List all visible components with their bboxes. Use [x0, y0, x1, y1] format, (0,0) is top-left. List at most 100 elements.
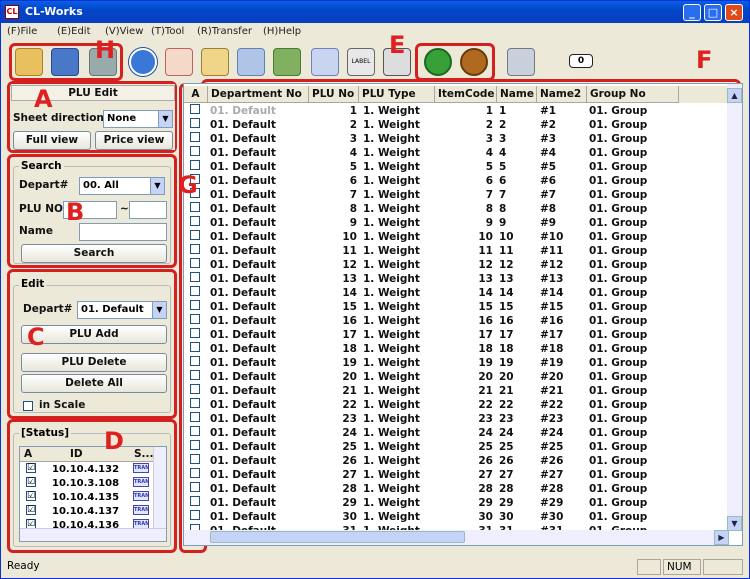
hscroll-thumb[interactable] — [210, 531, 465, 543]
row-checkbox[interactable] — [190, 356, 200, 366]
status-row[interactable]: ☑ 10.10.4.135 TRAN — [20, 491, 154, 505]
table-row[interactable]: 01. Default 9 1. Weight 9 9 #9 01. Group — [184, 216, 729, 230]
label-icon[interactable]: LABEL — [347, 48, 375, 76]
row-checkbox[interactable] — [190, 258, 200, 268]
import-icon[interactable] — [201, 48, 229, 76]
row-checkbox[interactable] — [190, 370, 200, 380]
row-checkbox[interactable] — [190, 118, 200, 128]
row-checkbox[interactable] — [190, 104, 200, 114]
table-row[interactable]: 01. Default 2 1. Weight 2 2 #2 01. Group — [184, 118, 729, 132]
grid-col-group[interactable]: Group No — [587, 86, 679, 103]
table-row[interactable]: 01. Default 7 1. Weight 7 7 #7 01. Group — [184, 188, 729, 202]
row-checkbox[interactable] — [190, 300, 200, 310]
plu-icon[interactable] — [129, 48, 157, 76]
menu-help[interactable]: (H)Help — [263, 26, 301, 37]
minimize-button[interactable]: _ — [683, 4, 701, 21]
grid-col-plu-no[interactable]: PLU No — [309, 86, 359, 103]
plu-delete-button[interactable]: PLU Delete — [21, 353, 167, 372]
table-row[interactable]: 01. Default 15 1. Weight 15 15 #15 01. Group — [184, 300, 729, 314]
edit-depart-select[interactable]: 01. Default ▼ — [77, 301, 167, 319]
table-row[interactable]: 01. Default 30 1. Weight 30 30 #30 01. Group — [184, 510, 729, 524]
grid-icon[interactable] — [311, 48, 339, 76]
menu-transfer[interactable]: (R)Transfer — [197, 26, 252, 37]
table-row[interactable]: 01. Default 1 1. Weight 1 1 #1 01. Group — [184, 104, 729, 118]
menu-edit[interactable]: (E)Edit — [57, 26, 91, 37]
table-row[interactable]: 01. Default 21 1. Weight 21 21 #21 01. Group — [184, 384, 729, 398]
plu-to-input[interactable] — [129, 201, 167, 219]
status-row[interactable]: ☑ 10.10.3.108 TRAN — [20, 477, 154, 491]
row-checkbox[interactable] — [190, 384, 200, 394]
status-hscroll[interactable] — [20, 528, 166, 541]
row-checkbox[interactable] — [190, 202, 200, 212]
row-checkbox[interactable] — [190, 244, 200, 254]
menu-file[interactable]: (F)File — [7, 26, 37, 37]
status-checkbox[interactable]: ☑ — [26, 463, 36, 473]
grid-col-name2[interactable]: Name2 — [537, 86, 587, 103]
table-row[interactable]: 01. Default 6 1. Weight 6 6 #6 01. Group — [184, 174, 729, 188]
search-depart-select[interactable]: 00. All ▼ — [79, 177, 165, 195]
table-row[interactable]: 01. Default 29 1. Weight 29 29 #29 01. Group — [184, 496, 729, 510]
search-button[interactable]: Search — [21, 244, 167, 263]
status-row[interactable]: ☑ 10.10.4.132 TRAN — [20, 463, 154, 477]
full-view-button[interactable]: Full view — [13, 131, 91, 150]
table-row[interactable]: 01. Default 12 1. Weight 12 12 #12 01. Group — [184, 258, 729, 272]
table-row[interactable]: 01. Default 13 1. Weight 13 13 #13 01. Group — [184, 272, 729, 286]
row-checkbox[interactable] — [190, 216, 200, 226]
row-checkbox[interactable] — [190, 328, 200, 338]
name-input[interactable] — [79, 223, 167, 241]
table-row[interactable]: 01. Default 10 1. Weight 10 10 #10 01. Group — [184, 230, 729, 244]
row-checkbox[interactable] — [190, 440, 200, 450]
row-checkbox[interactable] — [190, 398, 200, 408]
grid-col-department[interactable]: Department No — [208, 86, 309, 103]
row-checkbox[interactable] — [190, 426, 200, 436]
table-row[interactable]: 01. Default 18 1. Weight 18 18 #18 01. Group — [184, 342, 729, 356]
table-row[interactable]: 01. Default 28 1. Weight 28 28 #28 01. Group — [184, 482, 729, 496]
status-row[interactable]: ☑ 10.10.4.137 TRAN — [20, 505, 154, 519]
row-checkbox[interactable] — [190, 146, 200, 156]
row-checkbox[interactable] — [190, 286, 200, 296]
table-row[interactable]: 01. Default 22 1. Weight 22 22 #22 01. Group — [184, 398, 729, 412]
export-icon[interactable] — [237, 48, 265, 76]
status-checkbox[interactable]: ☑ — [26, 491, 36, 501]
table-row[interactable]: 01. Default 8 1. Weight 8 8 #8 01. Group — [184, 202, 729, 216]
star-icon[interactable] — [165, 48, 193, 76]
grid-col-name[interactable]: Name — [497, 86, 537, 103]
table-row[interactable]: 01. Default 24 1. Weight 24 24 #24 01. Group — [184, 426, 729, 440]
tools-icon[interactable] — [507, 48, 535, 76]
table-row[interactable]: 01. Default 19 1. Weight 19 19 #19 01. Group — [184, 356, 729, 370]
row-checkbox[interactable] — [190, 412, 200, 422]
in-scale-checkbox[interactable] — [23, 401, 33, 411]
table-row[interactable]: 01. Default 5 1. Weight 5 5 #5 01. Group — [184, 160, 729, 174]
row-checkbox[interactable] — [190, 454, 200, 464]
menu-tool[interactable]: (T)Tool — [151, 26, 184, 37]
table-row[interactable]: 01. Default 3 1. Weight 3 3 #3 01. Group — [184, 132, 729, 146]
grid-col-itemcode[interactable]: ItemCode — [435, 86, 497, 103]
row-checkbox[interactable] — [190, 468, 200, 478]
status-vscroll[interactable] — [153, 447, 166, 529]
grid-hscroll[interactable]: ▶ — [184, 530, 729, 545]
table-row[interactable]: 01. Default 17 1. Weight 17 17 #17 01. Group — [184, 328, 729, 342]
delete-all-button[interactable]: Delete All — [21, 374, 167, 393]
row-checkbox[interactable] — [190, 314, 200, 324]
grid-vscroll[interactable]: ▲ ▼ — [727, 84, 742, 531]
close-button[interactable]: × — [725, 4, 743, 21]
scroll-right-icon[interactable]: ▶ — [714, 530, 729, 545]
row-checkbox[interactable] — [190, 272, 200, 282]
recycle-icon[interactable] — [273, 48, 301, 76]
table-row[interactable]: 01. Default 16 1. Weight 16 16 #16 01. Group — [184, 314, 729, 328]
table-row[interactable]: 01. Default 4 1. Weight 4 4 #4 01. Group — [184, 146, 729, 160]
row-checkbox[interactable] — [190, 132, 200, 142]
row-checkbox[interactable] — [190, 342, 200, 352]
grid-col-plu-type[interactable]: PLU Type — [359, 86, 435, 103]
maximize-button[interactable]: □ — [704, 4, 722, 21]
row-checkbox[interactable] — [190, 496, 200, 506]
grid-col-a[interactable]: A — [184, 86, 208, 103]
status-checkbox[interactable]: ☑ — [26, 477, 36, 487]
sheet-direction-select[interactable]: None ▼ — [103, 110, 173, 128]
row-checkbox[interactable] — [190, 160, 200, 170]
row-checkbox[interactable] — [190, 510, 200, 520]
table-row[interactable]: 01. Default 27 1. Weight 27 27 #27 01. Group — [184, 468, 729, 482]
row-checkbox[interactable] — [190, 230, 200, 240]
table-row[interactable]: 01. Default 26 1. Weight 26 26 #26 01. Group — [184, 454, 729, 468]
scroll-down-icon[interactable]: ▼ — [727, 516, 742, 531]
